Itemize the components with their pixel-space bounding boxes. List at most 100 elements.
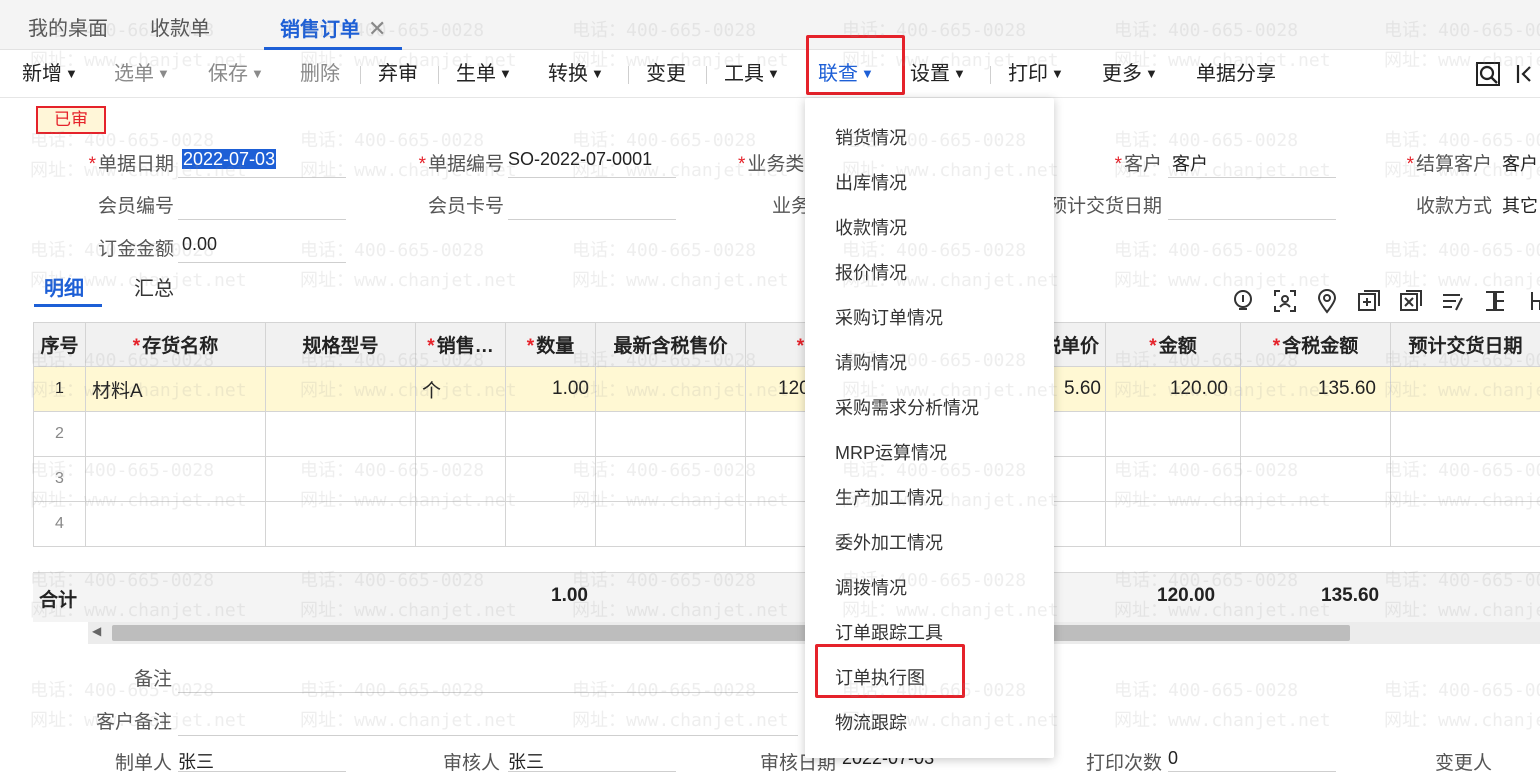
cell-latest-price[interactable]	[595, 366, 746, 412]
expected-delivery-field[interactable]	[1168, 219, 1336, 220]
cell-empty[interactable]	[595, 501, 746, 547]
cell-empty[interactable]	[595, 456, 746, 502]
scrollbar-thumb[interactable]	[112, 625, 1350, 641]
menu-item-sales[interactable]: 销货情况	[835, 124, 907, 150]
menu-item-purchase-demand[interactable]: 采购需求分析情况	[835, 394, 979, 420]
cell-amount[interactable]: 120.00	[1105, 366, 1241, 412]
add-row-icon[interactable]	[1356, 288, 1382, 314]
col-header-delivery[interactable]: 预计交货日期	[1390, 322, 1540, 367]
cell-empty[interactable]	[595, 411, 746, 457]
share-doc-button[interactable]: 单据分享	[1196, 50, 1276, 98]
col-header-name[interactable]: * 存货名称	[85, 322, 266, 367]
generate-button[interactable]: 生单 ▼	[456, 50, 512, 98]
tab-detail[interactable]: 明细	[44, 272, 84, 301]
cell-empty[interactable]	[265, 501, 416, 547]
cell-empty[interactable]	[85, 456, 266, 502]
menu-item-logistics[interactable]: 物流跟踪	[835, 709, 907, 735]
table-row[interactable]: 2	[33, 411, 1540, 457]
cell-empty[interactable]	[1240, 456, 1391, 502]
cell-tax-amount[interactable]: 135.60	[1240, 366, 1391, 412]
cell-empty[interactable]	[85, 501, 266, 547]
scroll-left-icon[interactable]: ◀	[92, 624, 101, 638]
split-icon[interactable]	[1482, 288, 1508, 314]
menu-item-requisition[interactable]: 请购情况	[835, 349, 907, 375]
col-header-qty[interactable]: * 数量	[505, 322, 596, 367]
cell-empty[interactable]	[505, 456, 596, 502]
select-doc-button[interactable]: 选单 ▼	[114, 50, 170, 98]
convert-button[interactable]: 转换 ▼	[548, 50, 604, 98]
menu-item-quotation[interactable]: 报价情况	[835, 259, 907, 285]
cell-empty[interactable]	[1105, 456, 1241, 502]
menu-item-production[interactable]: 生产加工情况	[835, 484, 943, 510]
col-header-seq[interactable]: 序号	[33, 322, 86, 367]
lightbulb-icon[interactable]	[1230, 288, 1256, 314]
tab-desktop[interactable]: 我的桌面	[28, 12, 108, 50]
delete-row-icon[interactable]	[1398, 288, 1424, 314]
cell-empty[interactable]	[505, 501, 596, 547]
menu-item-order-tracking[interactable]: 订单跟踪工具	[835, 619, 943, 645]
cell-empty[interactable]	[415, 411, 506, 457]
remark-field[interactable]	[178, 692, 798, 693]
col-header-spec[interactable]: 规格型号	[265, 322, 416, 367]
cell-empty[interactable]	[1390, 411, 1540, 457]
doc-date-field[interactable]: 2022-07-03	[182, 149, 277, 170]
cell-unit[interactable]: 个	[415, 366, 506, 412]
tools-button[interactable]: 工具 ▼	[724, 50, 780, 98]
table-row[interactable]: 3	[33, 456, 1540, 502]
cell-empty[interactable]	[1240, 501, 1391, 547]
tab-sales-order[interactable]: 销售订单 ✕	[264, 12, 403, 50]
col-header-amount[interactable]: * 金额	[1105, 322, 1241, 367]
unapprove-button[interactable]: 弃审	[378, 50, 418, 98]
menu-item-purchase-order[interactable]: 采购订单情况	[835, 304, 943, 330]
delete-button[interactable]: 删除	[300, 50, 340, 98]
cell-empty[interactable]	[415, 501, 506, 547]
cell-spec[interactable]	[265, 366, 416, 412]
cell-delivery[interactable]	[1390, 366, 1540, 412]
menu-item-receipt[interactable]: 收款情况	[835, 214, 907, 240]
doc-no-field[interactable]: SO-2022-07-0001	[508, 149, 676, 170]
settings-button[interactable]: 设置 ▼	[910, 50, 966, 98]
deposit-field[interactable]: 0.00	[182, 234, 342, 255]
cell-empty[interactable]	[415, 456, 506, 502]
scan-icon[interactable]	[1272, 288, 1298, 314]
collapse-left-icon[interactable]	[1512, 60, 1540, 88]
table-row[interactable]: 4	[33, 501, 1540, 547]
cell-empty[interactable]	[265, 456, 416, 502]
col-header-unit[interactable]: * 销售…	[415, 322, 506, 367]
cell-name[interactable]: 材料A	[85, 366, 266, 412]
menu-item-mrp[interactable]: MRP运算情况	[835, 439, 947, 465]
close-icon[interactable]: ✕	[368, 16, 386, 41]
customer-field[interactable]: 客户	[1172, 150, 1332, 176]
cell-empty[interactable]	[85, 411, 266, 457]
customer-remark-field[interactable]	[178, 735, 798, 736]
cell-empty[interactable]	[1390, 456, 1540, 502]
cell-empty[interactable]	[1240, 411, 1391, 457]
more-button[interactable]: 更多 ▼	[1102, 50, 1158, 98]
cell-empty[interactable]	[1390, 501, 1540, 547]
print-button[interactable]: 打印 ▼	[1008, 50, 1064, 98]
cell-empty[interactable]	[505, 411, 596, 457]
new-button[interactable]: 新增 ▼	[22, 50, 78, 98]
member-no-field[interactable]	[178, 219, 346, 220]
member-card-field[interactable]	[508, 219, 676, 220]
cell-empty[interactable]	[265, 411, 416, 457]
zoom-search-icon[interactable]	[1474, 60, 1502, 88]
payment-method-field[interactable]: 其它	[1502, 192, 1540, 218]
sort-icon[interactable]	[1440, 288, 1466, 314]
tab-summary[interactable]: 汇总	[134, 272, 174, 301]
location-pin-icon[interactable]	[1314, 288, 1340, 314]
col-header-tax-amount[interactable]: * 含税金额	[1240, 322, 1391, 367]
cell-empty[interactable]	[1105, 501, 1241, 547]
col-header-latest-price[interactable]: 最新含税售价	[595, 322, 746, 367]
cell-qty[interactable]: 1.00	[505, 366, 596, 412]
menu-item-outbound[interactable]: 出库情况	[835, 169, 907, 195]
settle-customer-field[interactable]: 客户	[1502, 150, 1540, 176]
table-row[interactable]: 1 材料A 个 1.00 120 5.60 120.00 135.60	[33, 366, 1540, 412]
tab-receipt[interactable]: 收款单	[150, 12, 210, 50]
cell-empty[interactable]	[1105, 411, 1241, 457]
save-button[interactable]: 保存 ▼	[208, 50, 264, 98]
hierarchy-icon[interactable]	[1524, 288, 1540, 314]
change-button[interactable]: 变更	[646, 50, 686, 98]
menu-item-transfer[interactable]: 调拨情况	[835, 574, 907, 600]
menu-item-outsourcing[interactable]: 委外加工情况	[835, 529, 943, 555]
